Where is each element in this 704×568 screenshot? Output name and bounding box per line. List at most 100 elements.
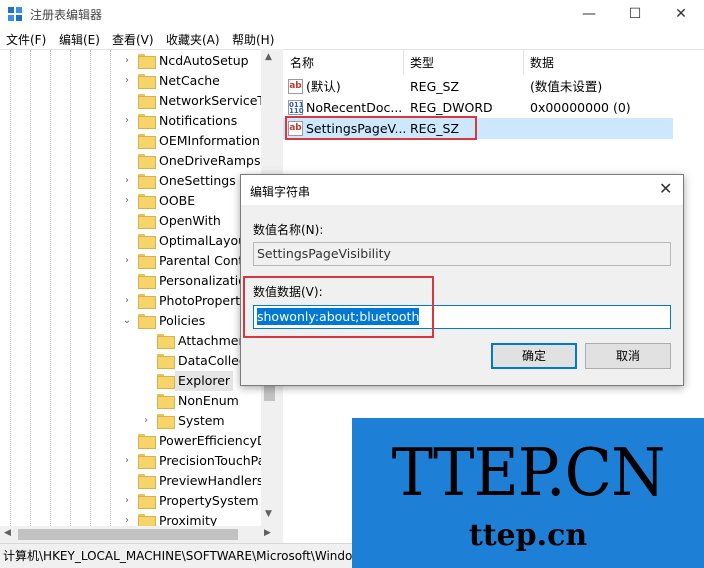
folder-icon (138, 134, 156, 149)
folder-icon (138, 494, 156, 509)
collapse-arrow-icon[interactable]: ⌄ (122, 311, 132, 331)
regedit-app-icon (8, 7, 22, 21)
scroll-thumb[interactable] (18, 529, 238, 540)
column-header-data[interactable]: 数据 (530, 54, 554, 71)
column-separator[interactable] (523, 50, 524, 74)
value-name-field[interactable]: SettingsPageVisibility (253, 242, 671, 266)
tree-item[interactable]: PreviewHandlers (0, 471, 264, 491)
tree-item-label: NetworkServiceTi (159, 93, 269, 108)
tree-item[interactable]: OEMInformation (0, 131, 262, 151)
folder-icon (157, 334, 175, 349)
tree-item-label: System (178, 413, 225, 428)
menu-favorites[interactable]: 收藏夹(A) (166, 31, 220, 48)
tree-item[interactable]: Attachmen (0, 331, 262, 351)
scroll-down-icon[interactable]: ▼ (265, 509, 272, 519)
edit-string-dialog: 编辑字符串 ✕ 数值名称(N): SettingsPageVisibility … (240, 174, 684, 386)
tree-item-selected[interactable]: Explorer (0, 371, 262, 391)
folder-icon (138, 234, 156, 249)
tree-item[interactable]: › Notifications (0, 111, 262, 131)
scroll-up-icon[interactable]: ▲ (265, 52, 272, 62)
menu-view[interactable]: 查看(V) (112, 31, 154, 48)
tree-item[interactable]: › OOBE (0, 191, 262, 211)
tree-item-label: OEMInformation (159, 133, 260, 148)
binary-value-icon: 011 110 (288, 100, 304, 115)
window-title: 注册表编辑器 (30, 8, 103, 22)
menu-help[interactable]: 帮助(H) (232, 31, 274, 48)
string-value-icon: ab (288, 79, 303, 94)
folder-icon (138, 214, 156, 229)
tree-item[interactable]: › PrecisionTouchPa (0, 451, 266, 471)
registry-key-tree[interactable]: › NcdAutoSetup › NetCache NetworkServiceTi › N… (0, 49, 278, 543)
window-title-bar: 注册表编辑器 — ☐ ✕ (0, 0, 704, 29)
folder-icon (157, 374, 175, 389)
tree-item[interactable]: OpenWith (0, 211, 262, 231)
column-header-type[interactable]: 类型 (410, 54, 434, 71)
tree-item[interactable]: › Parental Contro (0, 251, 262, 271)
annotation-highlight-box (243, 276, 434, 338)
tree-item[interactable]: DataCollec (0, 351, 262, 371)
expand-arrow-icon[interactable]: › (141, 411, 151, 431)
value-type: REG_DWORD (410, 100, 493, 115)
tree-item[interactable]: › System (0, 411, 262, 431)
minimize-button[interactable]: — (566, 0, 612, 29)
tree-item[interactable]: › PhotoProperty (0, 291, 262, 311)
cancel-button[interactable]: 取消 (585, 343, 671, 369)
tree-horizontal-scrollbar[interactable]: ◀ ▶ (0, 526, 278, 543)
tree-item[interactable]: › NetCache (0, 71, 262, 91)
value-name: (默认) (306, 79, 341, 94)
scroll-right-icon[interactable]: ▶ (264, 528, 271, 538)
dialog-title-bar: 编辑字符串 ✕ (241, 175, 683, 205)
dialog-close-icon[interactable]: ✕ (659, 179, 672, 198)
ok-button[interactable]: 确定 (491, 343, 577, 369)
folder-icon (138, 194, 156, 209)
expand-arrow-icon[interactable]: › (122, 451, 132, 471)
tree-item-label: PreviewHandlers (159, 473, 264, 488)
column-separator[interactable] (403, 50, 404, 74)
column-header-name[interactable]: 名称 (290, 54, 314, 71)
tree-item[interactable]: OptimalLayout (0, 231, 262, 251)
tree-item-label: Notifications (159, 113, 238, 128)
expand-arrow-icon[interactable]: › (122, 291, 132, 311)
folder-icon (157, 354, 175, 369)
tree-item-label: NcdAutoSetup (159, 53, 249, 68)
tree-item-label: PropertySystem (159, 493, 259, 508)
tree-item[interactable]: › PropertySystem (0, 491, 262, 511)
tree-item[interactable]: › OneSettings (0, 171, 262, 191)
tree-item[interactable]: OneDriveRamps (0, 151, 262, 171)
menu-file[interactable]: 文件(F) (6, 31, 46, 48)
maximize-button[interactable]: ☐ (612, 0, 658, 29)
folder-icon (138, 294, 156, 309)
tree-item[interactable]: ⌄ Policies (0, 311, 262, 331)
folder-icon (138, 174, 156, 189)
tree-item[interactable]: NetworkServiceTi (0, 91, 268, 111)
expand-arrow-icon[interactable]: › (122, 51, 132, 71)
value-row[interactable]: ab (默认) REG_SZ (数值未设置) (283, 76, 673, 97)
tree-item[interactable]: PowerEfficiencyDi (0, 431, 270, 451)
expand-arrow-icon[interactable]: › (122, 111, 132, 131)
tree-item[interactable]: Personalization (0, 271, 262, 291)
scroll-left-icon[interactable]: ◀ (4, 528, 11, 538)
tree-item-label: PhotoProperty (159, 293, 248, 308)
expand-arrow-icon[interactable]: › (122, 491, 132, 511)
folder-icon (138, 94, 156, 109)
folder-icon (138, 274, 156, 289)
value-data: (数值未设置) (530, 79, 603, 94)
value-row[interactable]: 011 110 NoRecentDoc... REG_DWORD 0x00000… (283, 97, 673, 118)
menu-edit[interactable]: 编辑(E) (59, 31, 100, 48)
expand-arrow-icon[interactable]: › (122, 251, 132, 271)
tree-item-label: OOBE (159, 193, 196, 208)
tree-item[interactable]: NonEnum (0, 391, 262, 411)
close-button[interactable]: ✕ (658, 0, 704, 29)
expand-arrow-icon[interactable]: › (122, 71, 132, 91)
scroll-thumb[interactable] (264, 385, 275, 401)
menu-bar: 文件(F) 编辑(E) 查看(V) 收藏夹(A) 帮助(H) (0, 29, 704, 49)
expand-arrow-icon[interactable]: › (122, 171, 132, 191)
tree-item[interactable]: › NcdAutoSetup (0, 51, 262, 71)
expand-arrow-icon[interactable]: › (122, 191, 132, 211)
tree-item-label: PrecisionTouchPa (159, 453, 266, 468)
folder-icon (138, 114, 156, 129)
folder-icon (138, 54, 156, 69)
tree-item-label: NonEnum (178, 393, 239, 408)
tree-item-label: DataCollec (178, 353, 246, 368)
folder-icon (138, 74, 156, 89)
